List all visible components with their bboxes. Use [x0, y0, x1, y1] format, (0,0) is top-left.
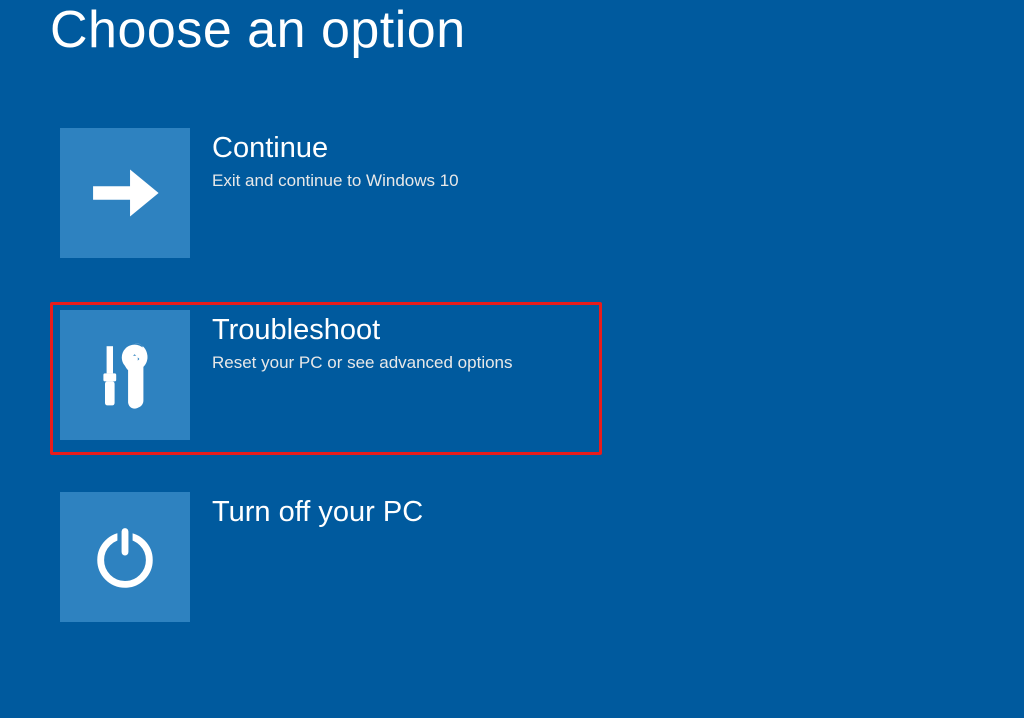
option-title: Turn off your PC: [212, 496, 423, 529]
option-title: Troubleshoot: [212, 314, 513, 347]
option-continue[interactable]: Continue Exit and continue to Windows 10: [60, 128, 964, 258]
power-icon: [87, 519, 163, 595]
troubleshoot-icon-tile: [60, 310, 190, 440]
power-icon-tile: [60, 492, 190, 622]
tools-icon: [85, 335, 165, 415]
option-title: Continue: [212, 132, 459, 165]
page-title: Choose an option: [50, 0, 974, 60]
option-troubleshoot[interactable]: Troubleshoot Reset your PC or see advanc…: [60, 310, 964, 440]
option-desc: Reset your PC or see advanced options: [212, 353, 513, 373]
option-turn-off[interactable]: Turn off your PC: [60, 492, 964, 622]
options-list: Continue Exit and continue to Windows 10: [50, 120, 974, 630]
arrow-right-icon: [83, 151, 167, 235]
continue-icon-tile: [60, 128, 190, 258]
option-desc: Exit and continue to Windows 10: [212, 171, 459, 191]
